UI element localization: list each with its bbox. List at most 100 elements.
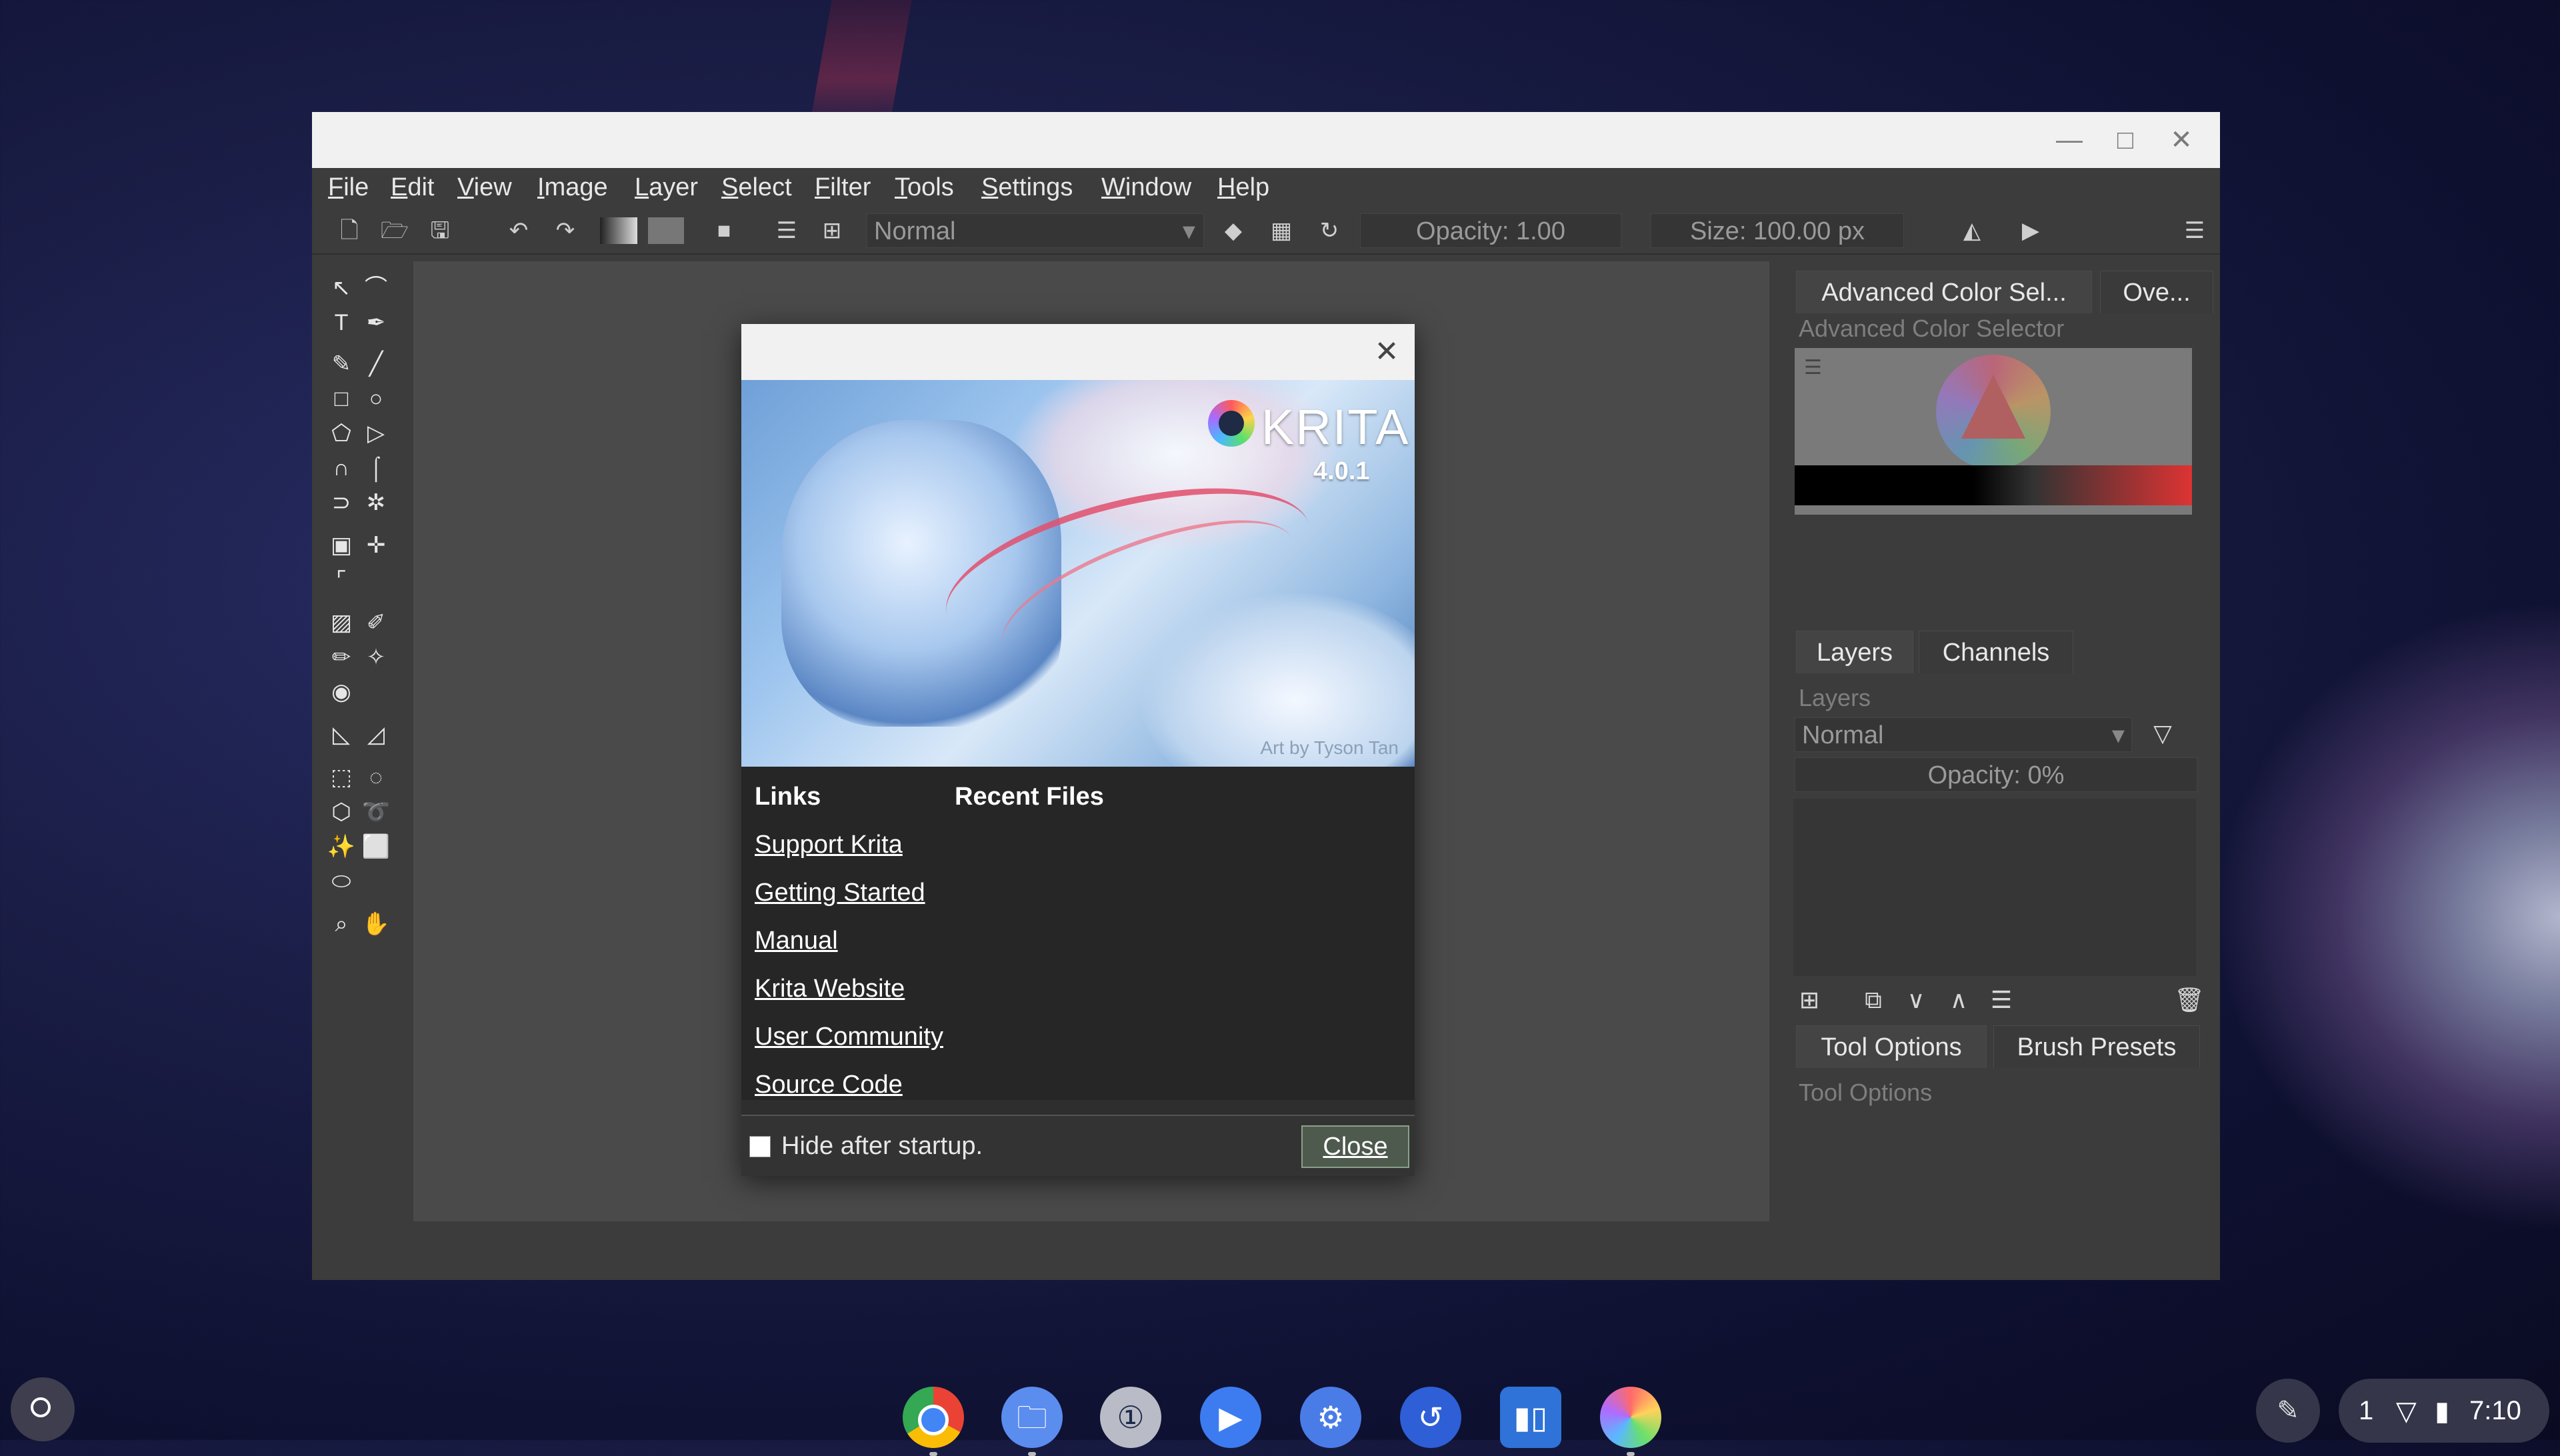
- window-titlebar[interactable]: — □ ✕: [312, 112, 2220, 168]
- blend-mode-select[interactable]: Normal ▾: [867, 213, 1204, 248]
- tab-tool-options[interactable]: Tool Options: [1796, 1025, 1987, 1068]
- files-icon[interactable]: 🗀: [1001, 1387, 1063, 1448]
- link-manual[interactable]: Manual: [755, 927, 838, 955]
- menu-tools[interactable]: Tools: [895, 173, 954, 202]
- eraser-icon[interactable]: ◆: [1217, 215, 1249, 247]
- menu-image[interactable]: Image: [537, 173, 608, 202]
- similar-select-tool-icon[interactable]: ⬜: [361, 832, 391, 861]
- menu-file[interactable]: File: [328, 173, 369, 202]
- hide-after-startup-checkbox[interactable]: [749, 1136, 771, 1157]
- crop-tool-icon[interactable]: ⌜: [327, 565, 356, 595]
- undo-icon[interactable]: ↶: [503, 215, 535, 247]
- size-slider[interactable]: Size: 100.00 px: [1651, 213, 1904, 248]
- save-icon[interactable]: 🖫: [424, 215, 456, 247]
- maximize-icon[interactable]: □: [2109, 124, 2141, 156]
- move-up-icon[interactable]: ∧: [1943, 984, 1975, 1016]
- brush-tool-icon[interactable]: ✎: [327, 349, 356, 379]
- contiguous-select-tool-icon[interactable]: ✨: [327, 832, 356, 861]
- color-picker-tool-icon[interactable]: ✐: [361, 608, 391, 637]
- ellipse-select-tool-icon[interactable]: ◌: [361, 763, 391, 792]
- layer-opacity-slider[interactable]: Opacity: 0%: [1795, 757, 2197, 792]
- layers-list[interactable]: [1793, 799, 2196, 976]
- settings-menu-icon[interactable]: ☰: [1804, 356, 1822, 379]
- alpha-lock-icon[interactable]: ▦: [1265, 215, 1297, 247]
- measure-tool-icon[interactable]: ◿: [361, 720, 391, 749]
- menu-edit[interactable]: Edit: [391, 173, 435, 202]
- freehand-path-tool-icon[interactable]: ⌠: [361, 453, 391, 483]
- chrome-icon[interactable]: [903, 1387, 964, 1448]
- assistant-tool-icon[interactable]: ◺: [327, 720, 356, 749]
- menu-settings[interactable]: Settings: [981, 173, 1073, 202]
- move-tool-icon[interactable]: ✛: [361, 531, 391, 560]
- settings-gear-icon[interactable]: ⚙: [1300, 1387, 1361, 1448]
- zoom-tool-icon[interactable]: ⌕: [327, 909, 356, 939]
- opacity-slider[interactable]: Opacity: 1.00: [1360, 213, 1621, 248]
- krita-app-icon[interactable]: [1600, 1387, 1661, 1448]
- ellipse-tool-icon[interactable]: ○: [361, 384, 391, 413]
- transform-tool-icon[interactable]: ▣: [327, 531, 356, 560]
- stylus-tools-icon[interactable]: ✎: [2256, 1379, 2320, 1443]
- menu-select[interactable]: Select: [721, 173, 792, 202]
- pan-tool-icon[interactable]: ✋: [361, 909, 391, 939]
- rectangle-tool-icon[interactable]: □: [327, 384, 356, 413]
- bezier-tool-icon[interactable]: ∩: [327, 453, 356, 483]
- gradient-tool-icon[interactable]: ▨: [327, 608, 356, 637]
- smart-patch-tool-icon[interactable]: ✧: [361, 643, 391, 672]
- add-layer-icon[interactable]: ⊞: [1793, 984, 1825, 1016]
- launcher-icon[interactable]: [11, 1377, 75, 1441]
- bezier-select-tool-icon[interactable]: ⬭: [327, 867, 356, 896]
- system-tray[interactable]: 1 ▽ ▮ 7:10: [2339, 1379, 2549, 1443]
- dynamic-brush-tool-icon[interactable]: ⊃: [327, 488, 356, 517]
- menu-layer[interactable]: Layer: [635, 173, 698, 202]
- tab-layers[interactable]: Layers: [1796, 631, 1913, 673]
- new-document-icon[interactable]: 🗋: [333, 215, 365, 247]
- minimize-icon[interactable]: —: [2053, 124, 2085, 156]
- color-triangle[interactable]: [1961, 375, 2025, 439]
- color-selector-widget[interactable]: ☰: [1795, 348, 2192, 515]
- delete-layer-icon[interactable]: 🗑: [2173, 984, 2205, 1016]
- rect-select-tool-icon[interactable]: ⬚: [327, 763, 356, 792]
- polygon-select-tool-icon[interactable]: ⬡: [327, 797, 356, 827]
- close-icon[interactable]: ✕: [1371, 336, 1403, 368]
- menu-help[interactable]: Help: [1217, 173, 1269, 202]
- tab-channels[interactable]: Channels: [1919, 631, 2073, 673]
- calligraphy-tool-icon[interactable]: ✒: [361, 308, 391, 337]
- colorize-mask-tool-icon[interactable]: ✏: [327, 643, 356, 672]
- text-tool-icon[interactable]: T: [327, 308, 356, 337]
- menu-view[interactable]: View: [457, 173, 512, 202]
- close-icon[interactable]: ✕: [2165, 124, 2197, 156]
- redo-icon[interactable]: ↷: [549, 215, 581, 247]
- mirror-vertical-icon[interactable]: ▶: [2015, 215, 2047, 247]
- open-folder-icon[interactable]: 🗁: [379, 215, 411, 247]
- gradient-swatch[interactable]: [600, 217, 637, 244]
- dialog-titlebar[interactable]: ✕: [741, 324, 1415, 380]
- link-user-community[interactable]: User Community: [755, 1023, 943, 1051]
- brush-settings-icon[interactable]: ☰: [771, 215, 803, 247]
- reload-preset-icon[interactable]: ↻: [1313, 215, 1345, 247]
- workspace-icon[interactable]: ☰: [2179, 215, 2211, 247]
- multibrush-tool-icon[interactable]: ✲: [361, 488, 391, 517]
- close-button[interactable]: Close: [1301, 1125, 1409, 1168]
- menu-window[interactable]: Window: [1101, 173, 1191, 202]
- filter-icon[interactable]: ▽: [2147, 717, 2179, 749]
- link-getting-started[interactable]: Getting Started: [755, 879, 925, 907]
- freehand-select-tool-icon[interactable]: ➰: [361, 797, 391, 827]
- polygon-tool-icon[interactable]: ⬠: [327, 419, 356, 448]
- tab-overview[interactable]: Ove...: [2100, 271, 2213, 313]
- tab-brush-presets[interactable]: Brush Presets: [1993, 1025, 2200, 1068]
- line-tool-icon[interactable]: ╱: [361, 349, 391, 379]
- hide-after-startup-label[interactable]: Hide after startup.: [781, 1132, 983, 1161]
- link-source-code[interactable]: Source Code: [755, 1071, 903, 1099]
- fill-tool-icon[interactable]: ◉: [327, 677, 356, 707]
- menu-filter[interactable]: Filter: [815, 173, 871, 202]
- brush-presets-icon[interactable]: ⊞: [816, 215, 848, 247]
- password-manager-icon[interactable]: ①: [1100, 1387, 1161, 1448]
- pattern-swatch[interactable]: [648, 217, 684, 244]
- edit-shapes-tool-icon[interactable]: ⌒: [361, 273, 391, 303]
- video-call-icon[interactable]: ▶: [1200, 1387, 1261, 1448]
- move-down-icon[interactable]: ∨: [1900, 984, 1932, 1016]
- polyline-tool-icon[interactable]: ▷: [361, 419, 391, 448]
- mirror-horizontal-icon[interactable]: ◭: [1956, 215, 1988, 247]
- tab-advanced-color-selector[interactable]: Advanced Color Sel...: [1796, 271, 2092, 313]
- color-swap-icon[interactable]: ■: [708, 215, 740, 247]
